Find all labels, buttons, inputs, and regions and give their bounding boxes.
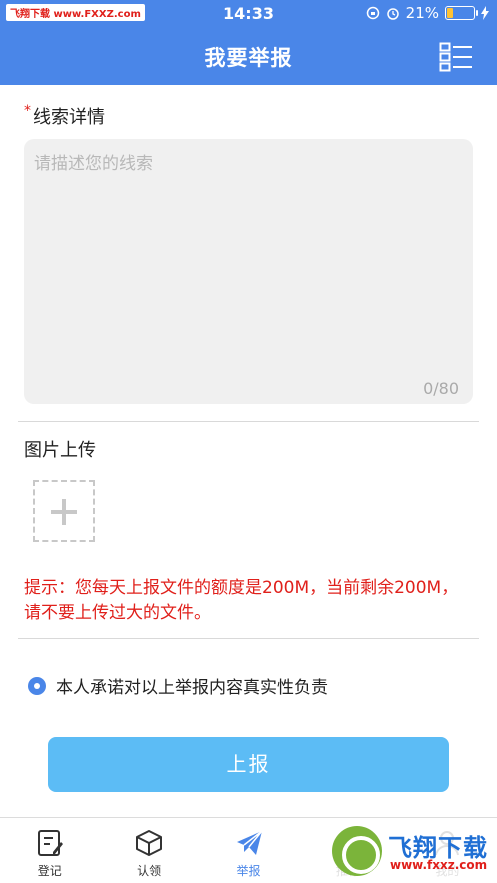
- page-title: 我要举报: [204, 46, 293, 70]
- divider: [18, 421, 479, 422]
- box-icon: [136, 830, 163, 856]
- rotation-lock-icon: [366, 6, 379, 20]
- nav-bar: 我要举报: [0, 28, 497, 85]
- watermark-url: www.fxxz.com: [390, 858, 488, 872]
- tab-register[interactable]: 登记: [0, 818, 99, 883]
- clue-label-row: * 线索详情: [24, 103, 105, 129]
- watermark-logo-icon: [332, 826, 382, 876]
- submit-button[interactable]: 上报: [48, 737, 449, 792]
- edit-icon: [37, 830, 63, 856]
- quota-hint: 提示：您每天上报文件的额度是200M，当前剩余200M，请不要上传过大的文件。: [24, 578, 459, 623]
- tab-label: 认领: [137, 864, 162, 878]
- image-upload-label: 图片上传: [24, 440, 96, 461]
- tab-label: 举报: [236, 864, 261, 878]
- char-counter: 0/80: [423, 379, 459, 398]
- charging-icon: [481, 6, 489, 20]
- status-bar: 飞翔下载 www.FXXZ.com 14:33 21%: [0, 0, 497, 28]
- divider: [18, 638, 479, 639]
- status-right: 21%: [366, 4, 489, 22]
- battery-icon: [445, 6, 478, 20]
- tab-claim[interactable]: 认领: [99, 818, 198, 883]
- alarm-icon: [386, 8, 399, 20]
- clue-label: 线索详情: [33, 107, 105, 128]
- list-menu-icon[interactable]: [439, 42, 473, 72]
- battery-percent: 21%: [405, 4, 439, 22]
- site-watermark: 飞翔下载 www.fxxz.com: [330, 824, 490, 878]
- clue-placeholder: 请描述您的线索: [34, 154, 153, 174]
- tab-report[interactable]: 举报: [199, 818, 298, 883]
- agreement-text: 本人承诺对以上举报内容真实性负责: [56, 678, 328, 698]
- required-mark: *: [24, 103, 31, 119]
- agreement-checkbox[interactable]: 本人承诺对以上举报内容真实性负责: [28, 673, 328, 698]
- image-upload-button[interactable]: [33, 480, 95, 542]
- tab-label: 登记: [37, 864, 62, 878]
- clue-textarea[interactable]: 请描述您的线索 0/80: [24, 139, 473, 404]
- paper-plane-icon: [236, 830, 263, 855]
- radio-checked-icon[interactable]: [28, 676, 46, 695]
